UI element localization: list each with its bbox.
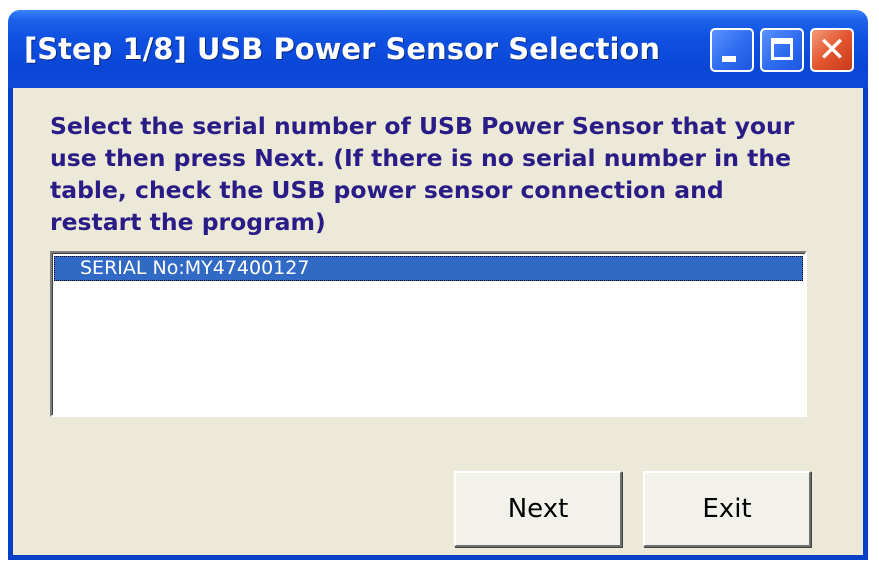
list-item-label: SERIAL No:MY47400127	[80, 257, 310, 279]
maximize-icon	[771, 38, 793, 60]
instruction-text: Select the serial number of USB Power Se…	[50, 112, 795, 236]
close-icon: ✕	[817, 30, 847, 70]
serial-number-list[interactable]: SERIAL No:MY47400127	[50, 251, 807, 417]
window-title: [Step 1/8] USB Power Sensor Selection	[24, 32, 661, 66]
minimize-icon	[722, 56, 736, 62]
minimize-button[interactable]	[710, 28, 754, 72]
title-bar[interactable]: [Step 1/8] USB Power Sensor Selection ✕	[8, 10, 868, 88]
exit-button[interactable]: Exit	[643, 471, 811, 547]
dialog-body: Select the serial number of USB Power Se…	[13, 88, 863, 555]
maximize-button[interactable]	[760, 28, 804, 72]
close-button[interactable]: ✕	[810, 28, 854, 72]
list-item[interactable]: SERIAL No:MY47400127	[54, 256, 803, 281]
dialog-window: [Step 1/8] USB Power Sensor Selection ✕ …	[8, 10, 868, 560]
next-button[interactable]: Next	[454, 471, 622, 547]
